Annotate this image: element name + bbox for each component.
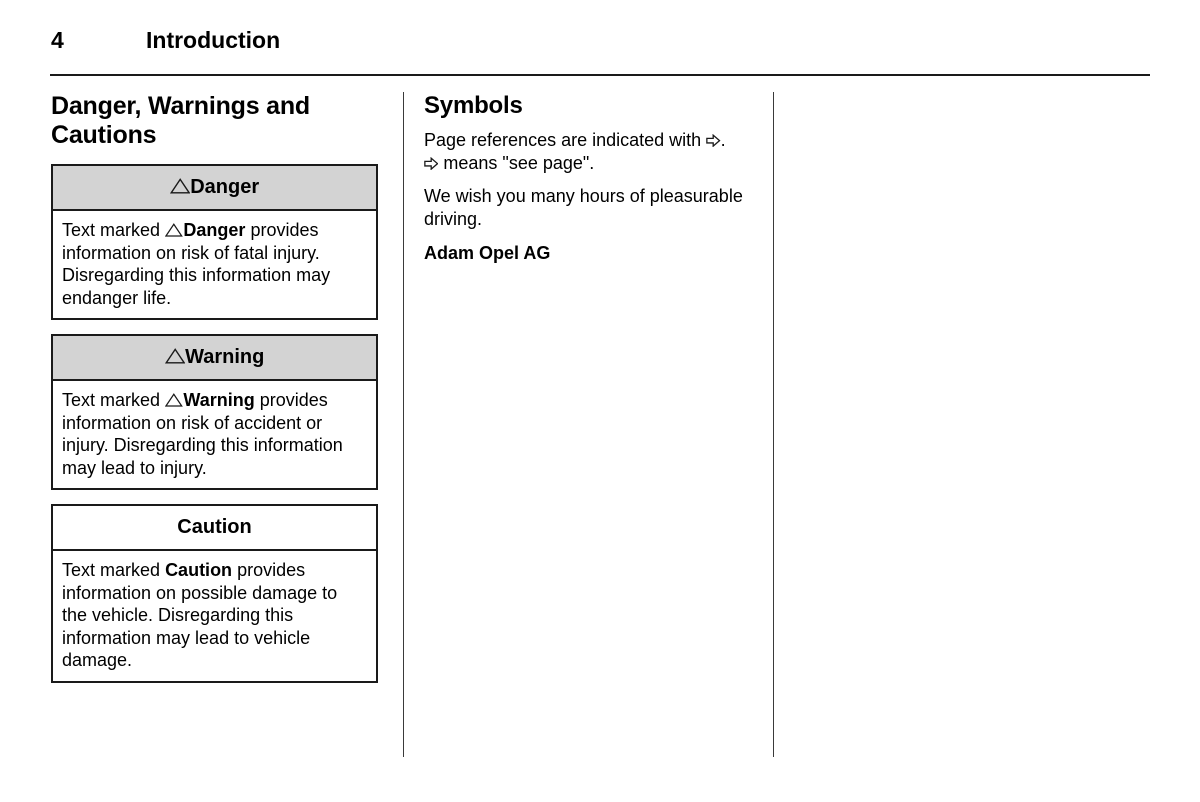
notice-header-warning: Warning <box>53 336 376 381</box>
middle-column: Symbols Page references are indicated wi… <box>424 92 759 265</box>
notice-body-caution: Text marked Caution provides information… <box>53 551 376 681</box>
manual-page: 4 Introduction Danger, Warnings and Caut… <box>0 0 1200 802</box>
column-divider-left <box>403 92 404 757</box>
notice-header-caution: Caution <box>53 506 376 551</box>
notice-header-label-warning: Warning <box>185 346 265 368</box>
page-reference-sentence-part-2: . <box>720 130 726 150</box>
warning-triangle-icon <box>165 392 183 407</box>
paragraph-page-references: Page references are indicated with . mea… <box>424 129 759 174</box>
notice-body-keyword-warning: Warning <box>183 390 255 410</box>
section-heading-danger-warnings-cautions: Danger, Warnings and Cautions <box>51 92 311 149</box>
warning-triangle-icon <box>164 348 186 364</box>
column-divider-right <box>773 92 774 757</box>
notice-body-prefix-danger: Text marked <box>62 220 161 240</box>
page-reference-arrow-icon <box>706 134 721 148</box>
notice-body-danger: Text marked Danger provides information … <box>53 211 376 318</box>
notice-header-danger: Danger <box>53 166 376 211</box>
section-heading-symbols: Symbols <box>424 92 523 119</box>
header-divider <box>50 74 1150 76</box>
left-column: Danger, Warnings and Cautions Danger Tex… <box>51 92 381 697</box>
page-reference-arrow-icon <box>424 156 439 170</box>
page-reference-sentence-part-3: means "see page". <box>443 152 595 173</box>
page-reference-sentence-part-1: Page references are indicated with <box>424 130 702 150</box>
page-number: 4 <box>51 27 64 53</box>
notice-box-warning: Warning Text marked Warning provides inf… <box>51 334 378 490</box>
notice-header-label-danger: Danger <box>190 176 260 198</box>
page-title: Introduction <box>146 27 281 53</box>
notice-body-prefix-caution: Text marked <box>62 560 161 580</box>
notice-body-prefix-warning: Text marked <box>62 390 161 410</box>
warning-triangle-icon <box>165 222 183 237</box>
notice-box-danger: Danger Text marked Danger provides infor… <box>51 164 378 320</box>
signature-line: Adam Opel AG <box>424 243 551 263</box>
notice-body-keyword-danger: Danger <box>183 220 246 240</box>
warning-triangle-icon <box>169 178 191 194</box>
notice-box-caution: Caution Text marked Caution provides inf… <box>51 504 378 683</box>
notice-body-keyword-caution: Caution <box>165 560 233 580</box>
running-header: 4 Introduction <box>51 24 1151 58</box>
notice-header-label-caution: Caution <box>177 516 252 538</box>
paragraph-closing-wish: We wish you many hours of pleasurable dr… <box>424 186 743 229</box>
notice-body-warning: Text marked Warning provides information… <box>53 381 376 488</box>
